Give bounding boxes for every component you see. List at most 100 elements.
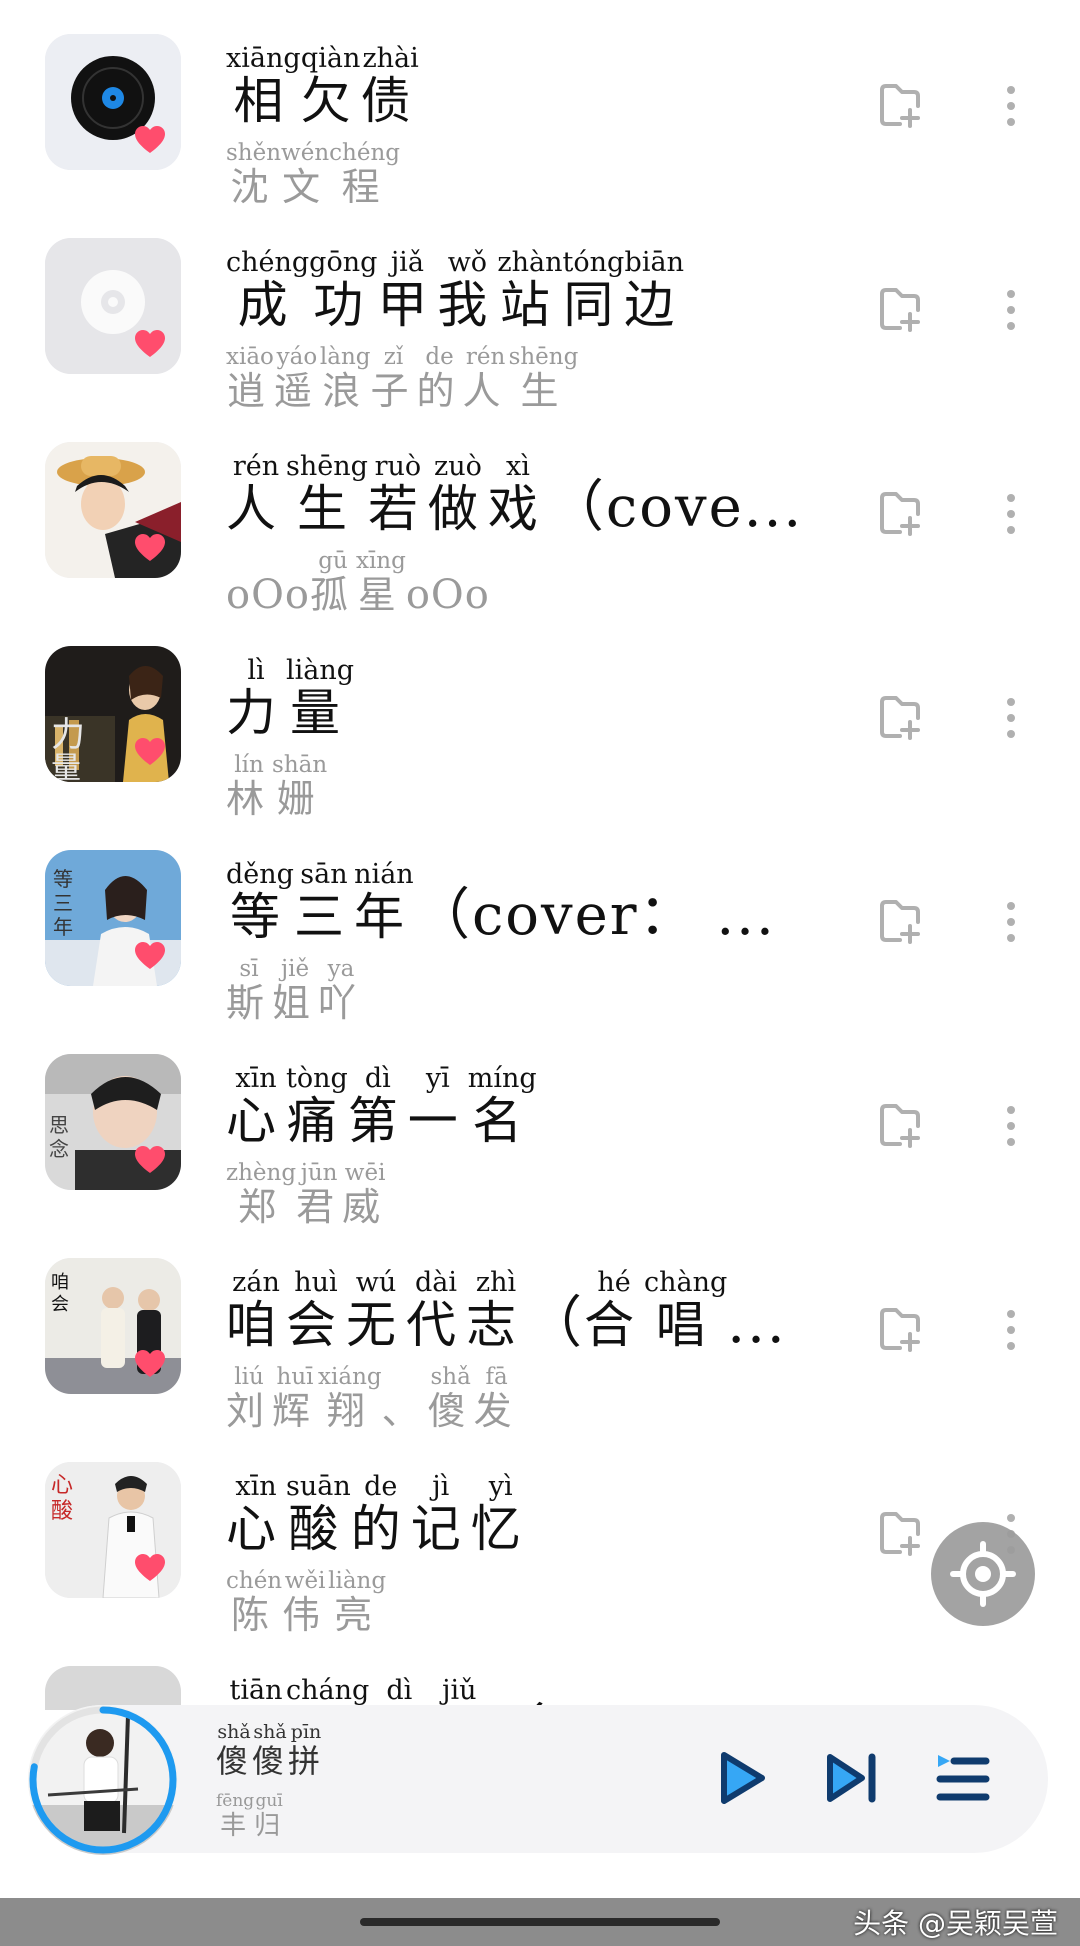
ruby-char: 程chéng [329, 140, 400, 209]
song-row[interactable]: 等三年等děng三sān年nián（cover： ... 斯sī姐jiě吖ya [0, 816, 1080, 1025]
playlist-button[interactable] [932, 1747, 994, 1809]
heart-icon [135, 738, 165, 766]
playlist-icon [936, 1755, 990, 1801]
song-artist: 郑zhèng君jūn威wēi [226, 1160, 389, 1231]
svg-text:等: 等 [53, 867, 73, 891]
svg-text:思: 思 [49, 1113, 69, 1137]
ruby-char: 量liàng [286, 655, 355, 742]
more-options-button[interactable] [996, 1102, 1026, 1150]
locate-current-button[interactable] [931, 1522, 1035, 1626]
ruby-char: 君jūn [296, 1160, 343, 1229]
ruby-char: 咱zán [226, 1267, 286, 1354]
song-row[interactable]: 天tiān长cháng地dì久jiǔ（ [0, 1632, 1080, 1710]
ruby-char: 林lín [226, 752, 273, 821]
song-cover[interactable]: 心酸 [45, 1462, 181, 1598]
more-vertical-icon [996, 902, 1026, 950]
now-playing-title: 傻shǎ傻shǎ拼pīn [216, 1721, 324, 1782]
song-row[interactable]: 心酸心xīn酸suān的de记jì忆yì 陈chén伟wěi亮liàng [0, 1428, 1080, 1637]
add-to-playlist-button[interactable] [876, 1510, 924, 1558]
ruby-char: 逍xiāo [226, 344, 274, 413]
svg-text:三: 三 [53, 891, 73, 915]
song-row[interactable]: 相xiāng欠qiàn债zhài 沈shěn文wén程chéng [0, 0, 1080, 209]
ruby-char: 生shēng [508, 344, 579, 413]
ruby-char: 代dài [406, 1267, 466, 1354]
song-title-suffix: （cove... [547, 475, 804, 540]
add-to-playlist-button[interactable] [876, 1306, 924, 1354]
ruby-char: 的de [350, 1471, 411, 1558]
partial-cover [45, 1666, 181, 1710]
add-to-playlist-icon [876, 900, 924, 950]
add-to-playlist-button[interactable] [876, 490, 924, 538]
heart-icon [135, 126, 165, 154]
song-cover[interactable] [45, 1666, 181, 1710]
ruby-char: 遥yáo [273, 344, 320, 413]
song-title: 心xīn痛tòng第dì一yī名míng [226, 1063, 537, 1153]
more-options-button[interactable] [996, 82, 1026, 130]
ruby-char: 无wú [346, 1267, 406, 1354]
add-to-playlist-icon [876, 1104, 924, 1154]
svg-text:量: 量 [51, 751, 81, 782]
ruby-char: 唱chàng [644, 1267, 728, 1354]
more-options-button[interactable] [996, 694, 1026, 742]
ruby-char: 人rén [226, 451, 286, 538]
home-indicator[interactable] [360, 1918, 720, 1926]
ruby-char: 成chéng [226, 247, 310, 334]
ruby-char: 发fā [473, 1364, 520, 1433]
song-artist: 沈shěn文wén程chéng [226, 140, 400, 211]
ruby-char: 浪làng [319, 344, 371, 413]
song-title: 等děng三sān年nián（cover： ... [226, 859, 776, 951]
ruby-char: 名míng [467, 1063, 537, 1150]
ruby-char: 辉huī [272, 1364, 319, 1433]
ruby-char: 志zhì [466, 1267, 526, 1354]
ruby-char: 沈shěn [226, 140, 282, 209]
more-options-button[interactable] [996, 898, 1026, 946]
add-to-playlist-button[interactable] [876, 82, 924, 130]
system-navigation-bar: 头条 @吴颖吴萱 [0, 1898, 1080, 1946]
add-to-playlist-button[interactable] [876, 1102, 924, 1150]
more-options-button[interactable] [996, 1306, 1026, 1354]
add-to-playlist-button[interactable] [876, 286, 924, 334]
ruby-char: 傻shǎ [252, 1721, 289, 1780]
ruby-char: 孤gū [309, 548, 356, 617]
more-options-button[interactable] [996, 286, 1026, 334]
ruby-char: 威wēi [342, 1160, 389, 1229]
song-cover[interactable]: 力量 [45, 646, 181, 782]
ruby-char: 甲jiǎ [377, 247, 438, 334]
next-button[interactable] [820, 1747, 882, 1809]
play-button[interactable] [710, 1747, 772, 1809]
song-row[interactable]: 力量力lì量liàng 林lín姗shān [0, 612, 1080, 821]
song-cover[interactable] [45, 34, 181, 170]
ruby-char: 陈chén [226, 1568, 283, 1637]
ruby-char: 功gōng [309, 247, 378, 334]
ruby-char: 等děng [226, 859, 294, 946]
svg-text:念: 念 [49, 1137, 69, 1161]
song-row[interactable]: 人rén生shēng若ruò做zuò戏xì（cove... oOo孤gū星xīng… [0, 408, 1080, 618]
song-cover[interactable]: 等三年 [45, 850, 181, 986]
song-row[interactable]: 咱会咱zán会huì无wú代dài志zhì（合hé唱chàng... 刘liú辉h… [0, 1224, 1080, 1433]
ruby-char: 债zhài [360, 43, 421, 130]
ruby-char: 若ruò [367, 451, 428, 538]
song-row[interactable]: 成chéng功gōng甲jiǎ我wǒ站zhàn同tóng边biān 逍xiāo遥y… [0, 204, 1080, 413]
song-title-tail-suffix: ... [727, 1291, 787, 1356]
ruby-char: 姐jiě [272, 956, 319, 1025]
song-cover[interactable]: 咱会 [45, 1258, 181, 1394]
ruby-char: 站zhàn [497, 247, 563, 334]
svg-text:酸: 酸 [51, 1499, 73, 1524]
song-row[interactable]: 思念心xīn痛tòng第dì一yī名míng 郑zhèng君jūn威wēi [0, 1020, 1080, 1229]
watermark: 头条 @吴颖吴萱 [853, 1907, 1058, 1940]
song-artist: 陈chén伟wěi亮liàng [226, 1568, 386, 1639]
ruby-char: 第dì [347, 1063, 408, 1150]
more-options-button[interactable] [996, 490, 1026, 538]
ruby-char: 生shēng [286, 451, 368, 538]
song-title: 成chéng功gōng甲jiǎ我wǒ站zhàn同tóng边biān [226, 247, 684, 337]
more-vertical-icon [996, 494, 1026, 542]
svg-text:心: 心 [51, 1473, 73, 1498]
song-cover[interactable] [45, 238, 181, 374]
add-to-playlist-button[interactable] [876, 898, 924, 946]
add-to-playlist-button[interactable] [876, 694, 924, 742]
song-cover[interactable]: 思念 [45, 1054, 181, 1190]
song-cover[interactable] [45, 442, 181, 578]
song-title: 咱zán会huì无wú代dài志zhì（合hé唱chàng... [226, 1267, 787, 1359]
now-playing-bar[interactable]: 傻shǎ傻shǎ拼pīn 丰fēng归guī [28, 1705, 1048, 1855]
locate-current-icon [950, 1541, 1016, 1607]
